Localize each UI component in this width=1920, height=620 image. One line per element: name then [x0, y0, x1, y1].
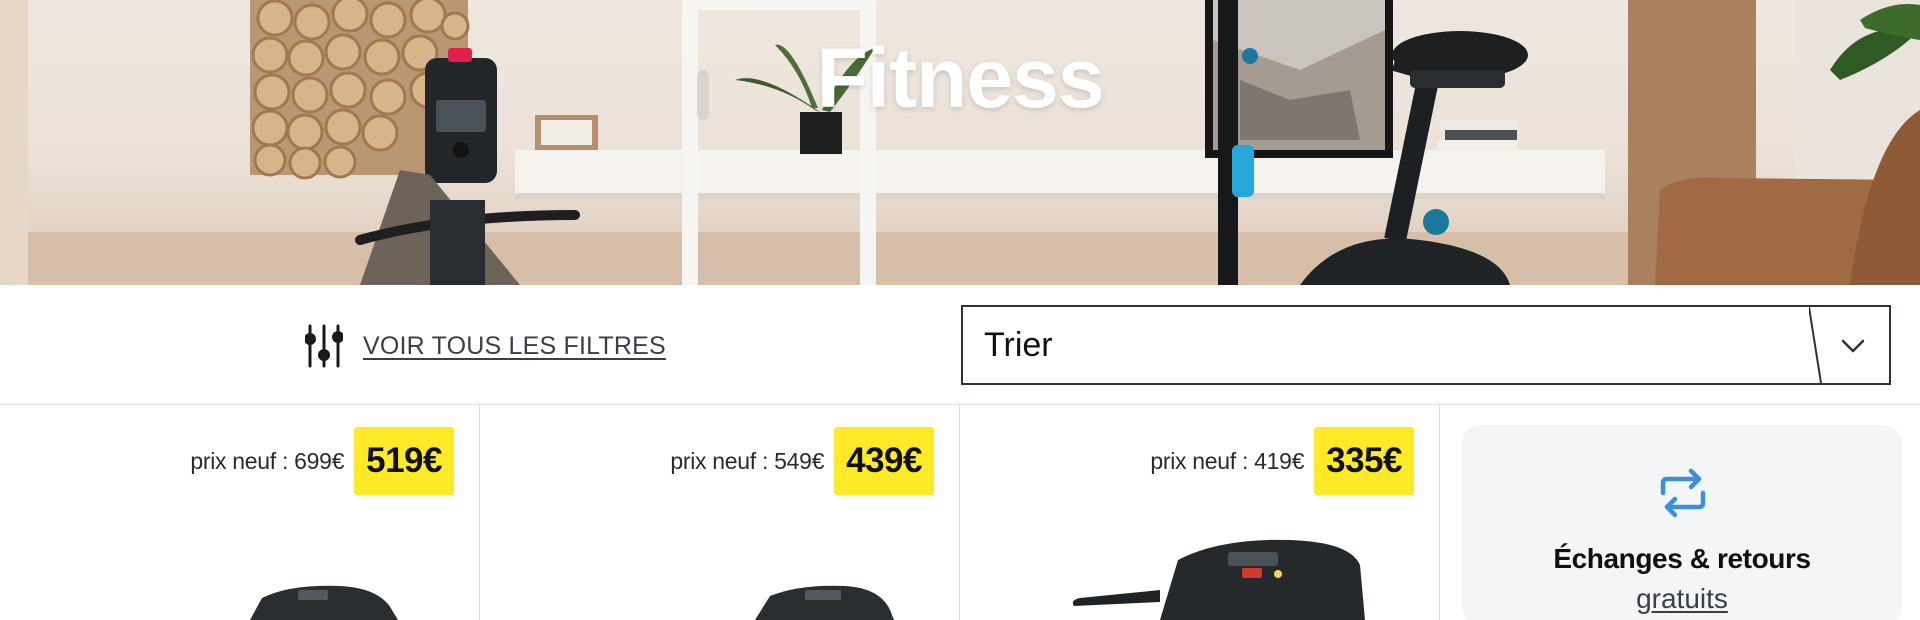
- price-badge: 439€: [834, 427, 934, 495]
- product-grid: prix neuf : 699€ 519€ prix neuf : 549€ 4…: [0, 405, 1920, 620]
- free-returns-title: Échanges & retours: [1553, 543, 1811, 574]
- all-filters-button[interactable]: VOIR TOUS LES FILTRES: [305, 323, 666, 369]
- free-returns-card[interactable]: Échanges & retours gratuits: [1462, 425, 1902, 620]
- sort-select-value: Trier: [984, 325, 1053, 364]
- price-block: prix neuf : 549€ 439€: [670, 427, 934, 495]
- price-badge: 335€: [1314, 427, 1414, 495]
- original-price: prix neuf : 699€: [190, 447, 345, 474]
- sliders-icon: [305, 324, 343, 368]
- exchange-arrows-icon: [1660, 468, 1706, 518]
- hero-banner: Fitness: [0, 0, 1920, 285]
- product-card[interactable]: prix neuf : 419€ 335€: [960, 405, 1440, 620]
- price-badge: 519€: [354, 427, 454, 495]
- product-card[interactable]: prix neuf : 549€ 439€: [480, 405, 960, 620]
- chevron-down-icon: [1809, 307, 1889, 383]
- product-image: [250, 585, 398, 620]
- filter-sort-bar: VOIR TOUS LES FILTRES Trier: [0, 285, 1920, 405]
- all-filters-label: VOIR TOUS LES FILTRES: [363, 331, 666, 360]
- free-returns-link[interactable]: gratuits: [1462, 583, 1902, 615]
- sort-select[interactable]: Trier: [961, 305, 1891, 385]
- original-price: prix neuf : 419€: [1150, 447, 1305, 474]
- page-title: Fitness: [816, 31, 1104, 125]
- original-price: prix neuf : 549€: [670, 447, 825, 474]
- product-image: [755, 585, 894, 620]
- product-card[interactable]: prix neuf : 699€ 519€: [0, 405, 480, 620]
- product-image: [1072, 539, 1365, 620]
- price-block: prix neuf : 419€ 335€: [1150, 427, 1414, 495]
- price-block: prix neuf : 699€ 519€: [190, 427, 454, 495]
